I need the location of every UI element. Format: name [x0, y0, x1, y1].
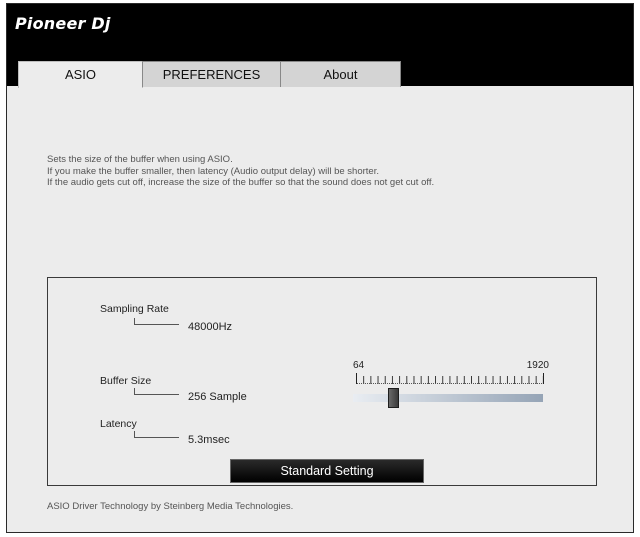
tab-about[interactable]: About — [280, 61, 401, 87]
slider-min-label: 64 — [353, 360, 365, 371]
settings-window: Pioneer Dj ASIO PREFERENCES About Sets t… — [6, 3, 634, 533]
latency-value: 5.3msec — [188, 434, 230, 446]
slider-thumb[interactable] — [388, 388, 399, 408]
buffer-size-label: Buffer Size — [100, 375, 152, 387]
asio-credit: ASIO Driver Technology by Steinberg Medi… — [47, 501, 294, 512]
buffer-settings-panel: Sampling Rate 48000Hz Buffer Size 256 Sa… — [47, 277, 597, 486]
pioneer-dj-logo: Pioneer Dj — [15, 14, 111, 33]
description-line: Sets the size of the buffer when using A… — [47, 154, 233, 165]
sampling-rate-value: 48000Hz — [188, 321, 233, 333]
tab-preferences[interactable]: PREFERENCES — [142, 61, 281, 87]
standard-setting-button[interactable]: Standard Setting — [230, 459, 424, 483]
slider-tick-marks — [356, 373, 544, 384]
description-line: If the audio gets cut off, increase the … — [47, 177, 435, 188]
header-bar: Pioneer Dj ASIO PREFERENCES About — [7, 4, 633, 88]
asio-description: Sets the size of the buffer when using A… — [47, 154, 627, 189]
latency-label: Latency — [100, 418, 137, 430]
description-line: If you make the buffer smaller, then lat… — [47, 165, 379, 177]
buffer-size-slider[interactable]: 64 1920 — [353, 360, 549, 408]
slider-track[interactable] — [353, 394, 543, 402]
buffer-size-connector — [134, 388, 179, 395]
tab-asio[interactable]: ASIO — [18, 61, 143, 88]
sampling-rate-label: Sampling Rate — [100, 303, 169, 315]
buffer-size-value: 256 Sample — [188, 391, 247, 403]
latency-connector — [134, 431, 179, 438]
tab-bar: ASIO PREFERENCES About — [7, 61, 633, 88]
slider-max-label: 1920 — [526, 360, 549, 371]
sampling-rate-connector — [134, 318, 179, 325]
